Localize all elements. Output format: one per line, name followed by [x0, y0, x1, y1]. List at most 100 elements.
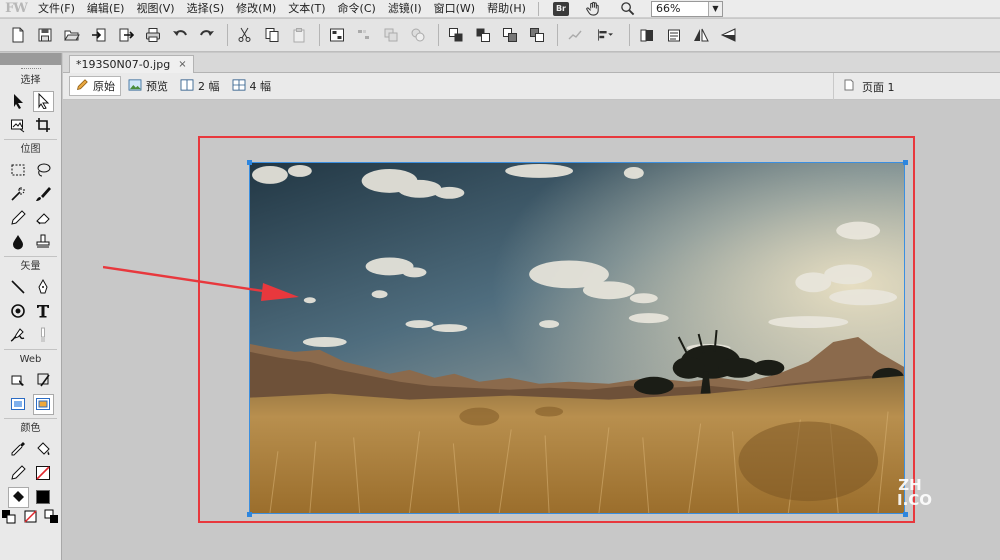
bridge-button[interactable]: Br	[552, 1, 569, 16]
page-icon	[844, 79, 854, 94]
tools-section-bitmap: 位图	[20, 144, 41, 155]
freeform-tool-icon[interactable]	[8, 325, 29, 346]
chevron-down-icon[interactable]: ▼	[707, 1, 722, 16]
tools-panel-grip[interactable]	[0, 65, 61, 73]
paint-bucket-tool-icon[interactable]	[33, 439, 54, 460]
send-backward-icon[interactable]	[498, 24, 521, 46]
pointer-tool-icon[interactable]	[8, 91, 29, 112]
undo-icon[interactable]	[168, 24, 191, 46]
four-up-icon	[232, 78, 246, 94]
eyedropper-tool-icon[interactable]	[8, 439, 29, 460]
slice-tool-icon[interactable]	[33, 370, 54, 391]
menu-view[interactable]: 视图(V)	[130, 0, 180, 18]
join-icon[interactable]	[379, 24, 402, 46]
print-icon[interactable]	[141, 24, 164, 46]
menu-file[interactable]: 文件(F)	[32, 0, 81, 18]
fill-black-swatch[interactable]	[33, 487, 54, 508]
brush-tool-icon[interactable]	[33, 184, 54, 205]
menu-help[interactable]: 帮助(H)	[481, 0, 532, 18]
tools-section-select: 选择	[20, 75, 41, 86]
rubber-stamp-tool-icon[interactable]	[33, 232, 54, 253]
bring-forward-icon[interactable]	[471, 24, 494, 46]
view-2up-label: 2 幅	[198, 80, 220, 93]
tools-panel-header[interactable]	[0, 53, 61, 65]
rotate-left-icon[interactable]	[635, 24, 658, 46]
canvas[interactable]: ZH I.CO	[63, 101, 1000, 560]
import-icon[interactable]	[87, 24, 110, 46]
view-preview-button[interactable]: 预览	[123, 76, 173, 96]
view-mode-bar: 原始 预览 2 幅 4 幅 页面 1	[63, 73, 1000, 100]
align-icon[interactable]	[590, 24, 620, 46]
disabled-align-icon	[563, 24, 586, 46]
knife-tool-icon[interactable]	[33, 325, 54, 346]
default-colors-icon[interactable]	[0, 510, 18, 524]
selection-handle-bottom-left[interactable]	[247, 512, 252, 517]
group-icon[interactable]	[325, 24, 348, 46]
page-label: 页面 1	[862, 80, 895, 94]
view-4up-button[interactable]: 4 幅	[227, 76, 277, 96]
zoom-tool-icon[interactable]	[617, 0, 639, 18]
pen-tool-icon[interactable]	[33, 277, 54, 298]
pencil-tool-icon[interactable]	[8, 208, 29, 229]
line-tool-icon[interactable]	[8, 277, 29, 298]
document-tab[interactable]: *193S0N07-0.jpg ×	[69, 55, 194, 73]
hide-slices-icon[interactable]	[8, 394, 29, 415]
swap-colors-icon[interactable]	[43, 509, 61, 524]
text-tool-icon[interactable]	[33, 301, 54, 322]
flip-vertical-icon[interactable]	[716, 24, 739, 46]
hand-tool-icon[interactable]	[583, 0, 605, 18]
view-original-button[interactable]: 原始	[69, 76, 121, 96]
fireworks-logo: FW	[5, 1, 28, 16]
two-up-icon	[180, 78, 194, 94]
export-icon[interactable]	[114, 24, 137, 46]
savanna-landscape-image[interactable]	[249, 162, 905, 514]
fill-color-icon[interactable]	[7, 486, 29, 508]
subselect-tool-icon[interactable]	[32, 90, 54, 112]
cut-icon[interactable]	[233, 24, 256, 46]
eraser-tool-icon[interactable]	[33, 208, 54, 229]
crop-tool-icon[interactable]	[33, 115, 54, 136]
document-tab-strip: *193S0N07-0.jpg ×	[63, 53, 1000, 73]
image-preview-icon	[128, 78, 142, 94]
view-2up-button[interactable]: 2 幅	[175, 76, 225, 96]
zoom-level-select[interactable]: 66% ▼	[650, 0, 723, 17]
menu-window[interactable]: 窗口(W)	[428, 0, 481, 18]
rotate-right-icon[interactable]	[662, 24, 685, 46]
bring-front-icon[interactable]	[444, 24, 467, 46]
hotspot-tool-icon[interactable]	[8, 370, 29, 391]
menu-commands[interactable]: 命令(C)	[332, 0, 382, 18]
close-icon[interactable]: ×	[178, 57, 186, 73]
stroke-none-swatch[interactable]	[33, 463, 54, 484]
ungroup-icon[interactable]	[352, 24, 375, 46]
split-icon[interactable]	[406, 24, 429, 46]
paste-icon[interactable]	[287, 24, 310, 46]
flip-horizontal-icon[interactable]	[689, 24, 712, 46]
open-icon[interactable]	[60, 24, 83, 46]
send-back-icon[interactable]	[525, 24, 548, 46]
new-document-icon[interactable]	[6, 24, 29, 46]
lasso-tool-icon[interactable]	[33, 160, 54, 181]
main-toolbar	[0, 19, 1000, 52]
ellipse-tool-icon[interactable]	[8, 301, 29, 322]
blur-tool-icon[interactable]	[8, 232, 29, 253]
magic-wand-tool-icon[interactable]	[8, 184, 29, 205]
menu-select[interactable]: 选择(S)	[181, 0, 231, 18]
no-color-icon[interactable]	[22, 510, 40, 524]
selection-handle-top-left[interactable]	[247, 160, 252, 165]
menu-text[interactable]: 文本(T)	[282, 0, 331, 18]
save-icon[interactable]	[33, 24, 56, 46]
scale-tool-icon[interactable]	[8, 115, 29, 136]
show-slices-icon[interactable]	[32, 393, 54, 415]
selection-handle-top-right[interactable]	[903, 160, 908, 165]
toolbar-separator	[557, 24, 558, 46]
menu-filters[interactable]: 滤镜(I)	[382, 0, 428, 18]
copy-icon[interactable]	[260, 24, 283, 46]
menu-edit[interactable]: 编辑(E)	[81, 0, 131, 18]
stroke-color-icon[interactable]	[8, 463, 29, 484]
page-indicator[interactable]: 页面 1	[833, 73, 895, 100]
tools-section-vector: 矢量	[20, 261, 41, 272]
redo-icon[interactable]	[195, 24, 218, 46]
marquee-tool-icon[interactable]	[8, 160, 29, 181]
toolbar-separator	[438, 24, 439, 46]
menu-modify[interactable]: 修改(M)	[230, 0, 282, 18]
